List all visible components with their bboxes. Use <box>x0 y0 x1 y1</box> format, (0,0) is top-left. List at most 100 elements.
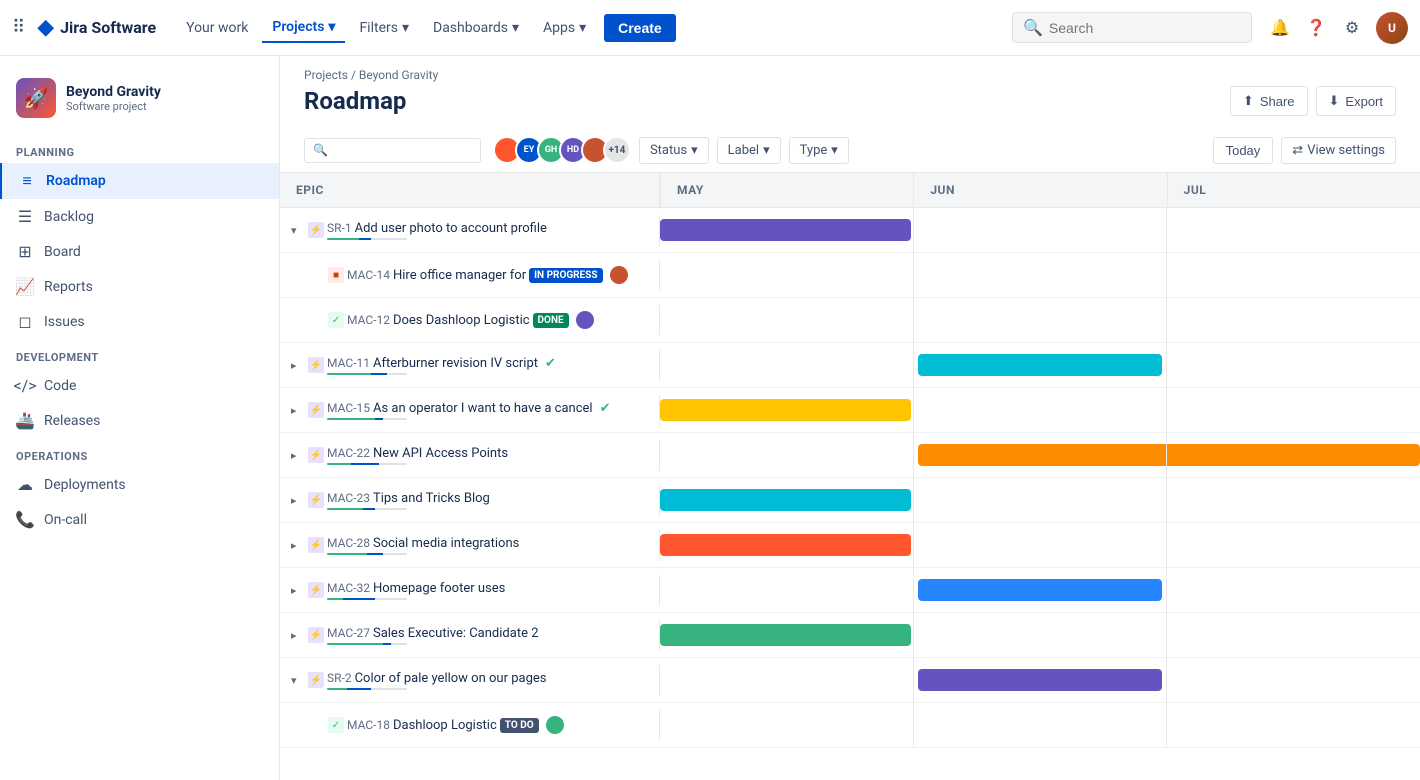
table-row[interactable]: ▸ ⚡ MAC-22 New API Access Points <box>280 433 1420 478</box>
row-id: MAC-12 <box>347 313 390 327</box>
gantt-bar[interactable] <box>660 534 911 556</box>
status-filter[interactable]: Status ▾ <box>639 137 709 164</box>
row-id: MAC-18 <box>347 718 390 732</box>
row-label: ■ MAC-14 Hire office manager for IN PROG… <box>280 260 660 290</box>
sidebar-item-backlog[interactable]: ☰ Backlog <box>0 199 279 234</box>
row-avatar <box>576 311 594 329</box>
gantt-bar[interactable] <box>918 669 1161 691</box>
gantt-area <box>660 658 1420 702</box>
sidebar-item-roadmap[interactable]: ≡ Roadmap <box>0 163 279 199</box>
breadcrumb-project-name[interactable]: Beyond Gravity <box>359 68 438 82</box>
table-row[interactable]: ■ MAC-14 Hire office manager for IN PROG… <box>280 253 1420 298</box>
nav-your-work[interactable]: Your work <box>176 14 258 42</box>
create-button[interactable]: Create <box>604 14 676 42</box>
filter-search-input[interactable] <box>332 143 472 158</box>
row-id: MAC-11 <box>327 356 370 370</box>
row-avatar <box>610 266 628 284</box>
type-icon: ✓ <box>328 312 344 328</box>
avatar-count[interactable]: +14 <box>603 136 631 164</box>
avatar-group: EY GH HD +14 <box>493 136 631 164</box>
row-label: ▾ ⚡ SR-1 Add user photo to account profi… <box>280 215 660 246</box>
view-settings-button[interactable]: ⇄ View settings <box>1281 137 1396 164</box>
sidebar-item-oncall[interactable]: 📞 On-call <box>0 502 279 537</box>
gantt-bar[interactable] <box>918 579 1161 601</box>
gantt-bar[interactable] <box>660 489 911 511</box>
done-check-icon: ✔ <box>600 401 611 416</box>
table-row[interactable]: ✓ MAC-12 Does Dashloop Logistic DONE <box>280 298 1420 343</box>
search-box[interactable]: 🔍 <box>1012 12 1252 43</box>
gantt-bar[interactable] <box>918 444 1420 466</box>
table-row[interactable]: ▸ ⚡ MAC-11 Afterburner revision IV scrip… <box>280 343 1420 388</box>
help-button[interactable]: ❓ <box>1300 12 1332 44</box>
expand-icon[interactable]: ▸ <box>291 359 305 372</box>
expand-icon[interactable]: ▸ <box>291 494 305 507</box>
search-icon: 🔍 <box>1023 18 1043 37</box>
gantt-area <box>660 478 1420 522</box>
type-icon: ⚡ <box>308 627 324 643</box>
breadcrumb-projects[interactable]: Projects <box>304 68 348 82</box>
gantt-bar[interactable] <box>660 624 911 646</box>
nav-projects[interactable]: Projects ▾ <box>262 13 345 43</box>
table-row[interactable]: ▸ ⚡ MAC-28 Social media integrations <box>280 523 1420 568</box>
expand-icon[interactable]: ▸ <box>291 404 305 417</box>
sidebar-item-deployments[interactable]: ☁ Deployments <box>0 467 279 502</box>
export-button[interactable]: ⬇ Export <box>1316 86 1396 116</box>
grid-icon[interactable]: ⠿ <box>12 17 25 38</box>
roadmap-icon: ≡ <box>18 171 36 191</box>
expand-icon[interactable]: ▸ <box>291 449 305 462</box>
row-label: ▸ ⚡ MAC-27 Sales Executive: Candidate 2 <box>280 620 660 651</box>
table-row[interactable]: ▸ ⚡ MAC-23 Tips and Tricks Blog <box>280 478 1420 523</box>
type-icon: ⚡ <box>308 492 324 508</box>
roadmap-header: Epic MAY JUN JUL <box>280 173 1420 208</box>
sidebar-item-label-reports: Reports <box>44 279 93 295</box>
notifications-button[interactable]: 🔔 <box>1264 12 1296 44</box>
user-avatar[interactable]: U <box>1376 12 1408 44</box>
backlog-icon: ☰ <box>16 207 34 226</box>
sidebar-item-issues[interactable]: ◻ Issues <box>0 304 279 339</box>
sidebar-item-code[interactable]: </> Code <box>0 368 279 403</box>
row-label: ▸ ⚡ MAC-11 Afterburner revision IV scrip… <box>280 350 660 381</box>
sidebar-item-board[interactable]: ⊞ Board <box>0 234 279 269</box>
row-label: ▸ ⚡ MAC-28 Social media integrations <box>280 530 660 561</box>
table-row[interactable]: ▸ ⚡ MAC-32 Homepage footer uses <box>280 568 1420 613</box>
search-input[interactable] <box>1049 20 1241 36</box>
expand-icon[interactable]: ▸ <box>291 584 305 597</box>
gantt-bar[interactable] <box>660 219 911 241</box>
table-row[interactable]: ▾ ⚡ SR-2 Color of pale yellow on our pag… <box>280 658 1420 703</box>
share-button[interactable]: ⬆ Share <box>1230 86 1308 116</box>
issues-icon: ◻ <box>16 312 34 331</box>
logo[interactable]: ◆ Jira Software <box>37 15 156 40</box>
table-row[interactable]: ▸ ⚡ MAC-15 As an operator I want to have… <box>280 388 1420 433</box>
type-filter[interactable]: Type ▾ <box>789 137 849 164</box>
sidebar-item-label-code: Code <box>44 378 76 394</box>
nav-filters[interactable]: Filters ▾ <box>349 14 419 42</box>
gantt-bar[interactable] <box>660 399 911 421</box>
gantt-area <box>660 388 1420 432</box>
top-navigation: ⠿ ◆ Jira Software Your work Projects ▾ F… <box>0 0 1420 56</box>
nav-dashboards[interactable]: Dashboards ▾ <box>423 14 529 42</box>
row-text: Does Dashloop Logistic <box>393 313 530 328</box>
row-text: Homepage footer uses <box>373 581 505 596</box>
table-row[interactable]: ▸ ⚡ MAC-27 Sales Executive: Candidate 2 <box>280 613 1420 658</box>
expand-icon[interactable]: ▾ <box>291 224 305 237</box>
table-row[interactable]: ✓ MAC-18 Dashloop Logistic TO DO <box>280 703 1420 748</box>
sidebar-item-reports[interactable]: 📈 Reports <box>0 269 279 304</box>
expand-icon[interactable]: ▾ <box>291 674 305 687</box>
nav-apps[interactable]: Apps ▾ <box>533 14 596 42</box>
month-headers: MAY JUN JUL <box>660 173 1420 207</box>
month-jun: JUN <box>913 173 1166 207</box>
main-content: Projects / Beyond Gravity Roadmap ⬆ Shar… <box>280 56 1420 780</box>
expand-icon[interactable]: ▸ <box>291 629 305 642</box>
expand-icon[interactable]: ▸ <box>291 539 305 552</box>
row-text: Afterburner revision IV script <box>373 356 538 371</box>
label-filter[interactable]: Label ▾ <box>717 137 781 164</box>
gantt-bar[interactable] <box>918 354 1161 376</box>
reports-icon: 📈 <box>16 277 34 296</box>
settings-button[interactable]: ⚙ <box>1336 12 1368 44</box>
logo-text: Jira Software <box>60 18 156 37</box>
table-row[interactable]: ▾ ⚡ SR-1 Add user photo to account profi… <box>280 208 1420 253</box>
row-id: MAC-28 <box>327 536 370 550</box>
today-button[interactable]: Today <box>1213 137 1274 164</box>
sidebar-item-releases[interactable]: 🚢 Releases <box>0 403 279 438</box>
filter-search[interactable]: 🔍 <box>304 138 481 163</box>
